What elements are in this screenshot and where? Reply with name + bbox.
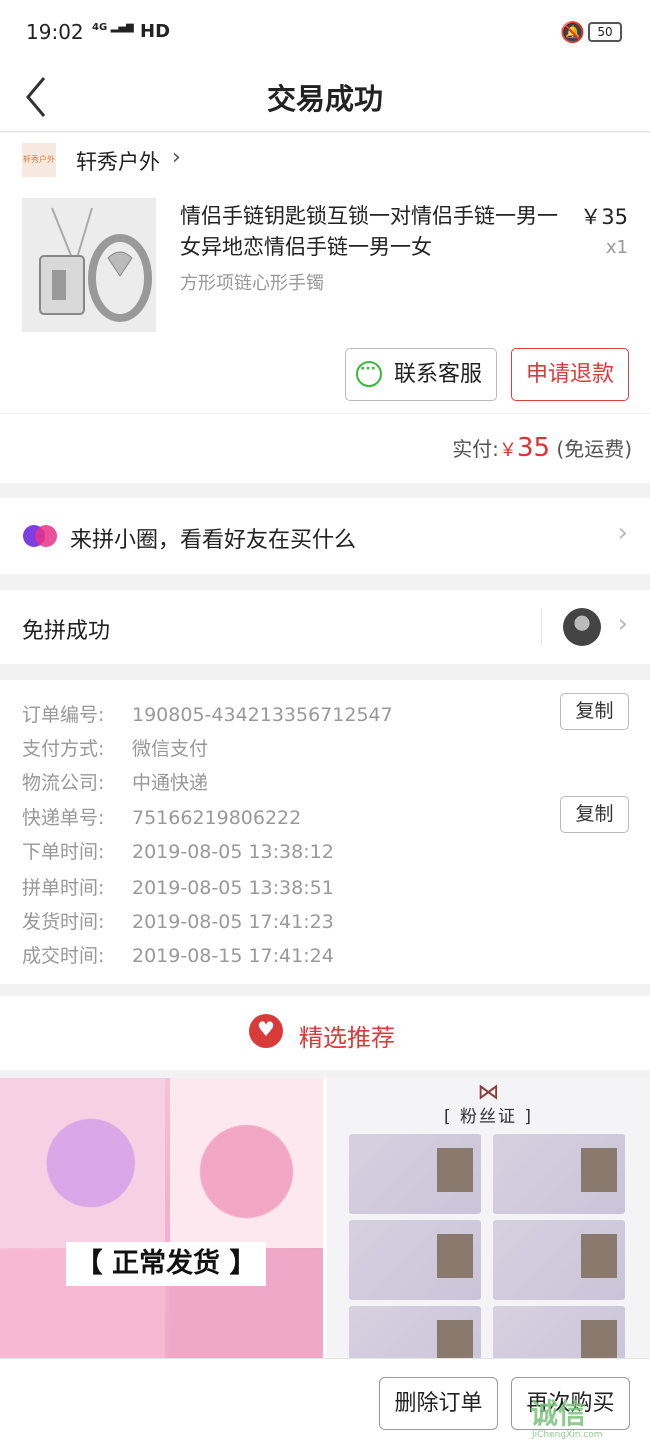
recommend-header: 精选推荐 bbox=[0, 996, 650, 1070]
item-banner: 【 正常发货 】 bbox=[66, 1242, 266, 1286]
paid-value: 35 bbox=[516, 433, 551, 463]
chevron-right-icon[interactable]: › bbox=[172, 145, 181, 170]
order-number-row: 订单编号: 190805-434213356712547 bbox=[22, 704, 393, 726]
tracking-number: 75166219806222 bbox=[132, 807, 302, 829]
wechat-icon bbox=[356, 344, 382, 395]
contact-service-label: 联系客服 bbox=[393, 362, 482, 387]
network-indicator: 4G ▂▄▆ HD bbox=[92, 21, 170, 42]
contact-service-button[interactable]: 联系客服 bbox=[345, 344, 497, 401]
product-qty: x1 bbox=[605, 237, 628, 258]
card-thumb bbox=[349, 1134, 481, 1214]
divider bbox=[541, 608, 542, 646]
circle-icon bbox=[23, 525, 57, 547]
order-time-row: 下单时间: 2019-08-05 13:38:12 bbox=[22, 841, 334, 863]
payment-method-row: 支付方式: 微信支付 bbox=[22, 738, 209, 760]
card-thumb bbox=[349, 1220, 481, 1300]
status-bar: 19:02 4G ▂▄▆ HD 🔕 50 bbox=[0, 0, 650, 64]
order-number: 190805-434213356712547 bbox=[132, 704, 393, 726]
card-thumb bbox=[493, 1134, 625, 1214]
mute-bell-icon: 🔕 bbox=[560, 20, 585, 44]
network-label: HD bbox=[140, 21, 171, 42]
top-bar: 交易成功 bbox=[0, 64, 650, 132]
order-info-card: 订单编号: 190805-434213356712547 支付方式: 微信支付 物流… bbox=[0, 680, 650, 984]
paid-currency: ￥ bbox=[498, 440, 517, 461]
divider bbox=[0, 413, 650, 414]
recommend-item[interactable]: ⋈ [ 粉丝证 ] bbox=[327, 1078, 650, 1358]
avatar[interactable] bbox=[563, 608, 601, 646]
chevron-right-icon: › bbox=[617, 609, 628, 639]
tracking-number-row: 快递单号: 75166219806222 bbox=[22, 807, 302, 829]
product-thumb bbox=[0, 1078, 165, 1248]
group-time-row: 拼单时间: 2019-08-05 13:38:51 bbox=[22, 877, 334, 899]
signal-icon: 4G ▂▄▆ bbox=[92, 22, 134, 33]
paid-label: 实付: bbox=[452, 437, 499, 461]
copy-order-number-button[interactable]: 复制 bbox=[560, 693, 629, 730]
courier-row: 物流公司: 中通快递 bbox=[22, 772, 209, 794]
product-price: ￥35 bbox=[580, 205, 628, 229]
status-time: 19:02 bbox=[26, 20, 84, 44]
card-thumb bbox=[493, 1220, 625, 1300]
card-thumb bbox=[349, 1306, 481, 1358]
group-status-row[interactable]: 免拼成功 › bbox=[0, 590, 650, 664]
watermark: 诚信 bbox=[530, 1397, 587, 1430]
product-title[interactable]: 情侣手链钥匙锁互锁一对情侣手链一男一女异地恋情侣手链一男一女 bbox=[180, 201, 570, 263]
friend-circle-row[interactable]: 来拼小圈，看看好友在买什么 › bbox=[0, 498, 650, 574]
watermark-sub: JiChengXin.com bbox=[532, 1430, 603, 1440]
chevron-right-icon: › bbox=[617, 518, 628, 548]
product-sku: 方形项链心形手镯 bbox=[180, 273, 324, 294]
shop-logo: 轩秀户外 bbox=[22, 143, 56, 177]
recommend-title: 精选推荐 bbox=[299, 1024, 395, 1052]
recommend-grid: 【 正常发货 】 ⋈ [ 粉丝证 ] bbox=[0, 1078, 650, 1358]
page-title: 交易成功 bbox=[266, 82, 383, 116]
product-image[interactable] bbox=[22, 198, 156, 332]
shipping-note: (免运费) bbox=[556, 437, 632, 461]
deal-time-row: 成交时间: 2019-08-15 17:41:24 bbox=[22, 945, 334, 967]
recommend-item[interactable]: 【 正常发货 】 bbox=[0, 1078, 323, 1358]
card-thumb bbox=[493, 1306, 625, 1358]
ship-time-row: 发货时间: 2019-08-05 17:41:23 bbox=[22, 911, 334, 933]
friend-circle-text: 来拼小圈，看看好友在买什么 bbox=[70, 528, 357, 553]
shop-name[interactable]: 轩秀户外 bbox=[76, 146, 160, 176]
paid-amount: 实付:￥35 (免运费) bbox=[452, 433, 632, 463]
battery-icon: 50 bbox=[588, 22, 622, 42]
order-card: 轩秀户外 轩秀户外 › 情侣手链钥匙锁互锁一对情侣手链一男一女异地恋情侣手链一男… bbox=[0, 133, 650, 483]
item-caption: [ 粉丝证 ] bbox=[443, 1107, 534, 1127]
refund-button[interactable]: 申请退款 bbox=[511, 348, 629, 401]
product-thumb bbox=[170, 1078, 323, 1248]
group-status-text: 免拼成功 bbox=[22, 619, 111, 644]
copy-tracking-number-button[interactable]: 复制 bbox=[560, 796, 629, 833]
delete-order-button[interactable]: 删除订单 bbox=[379, 1377, 498, 1430]
